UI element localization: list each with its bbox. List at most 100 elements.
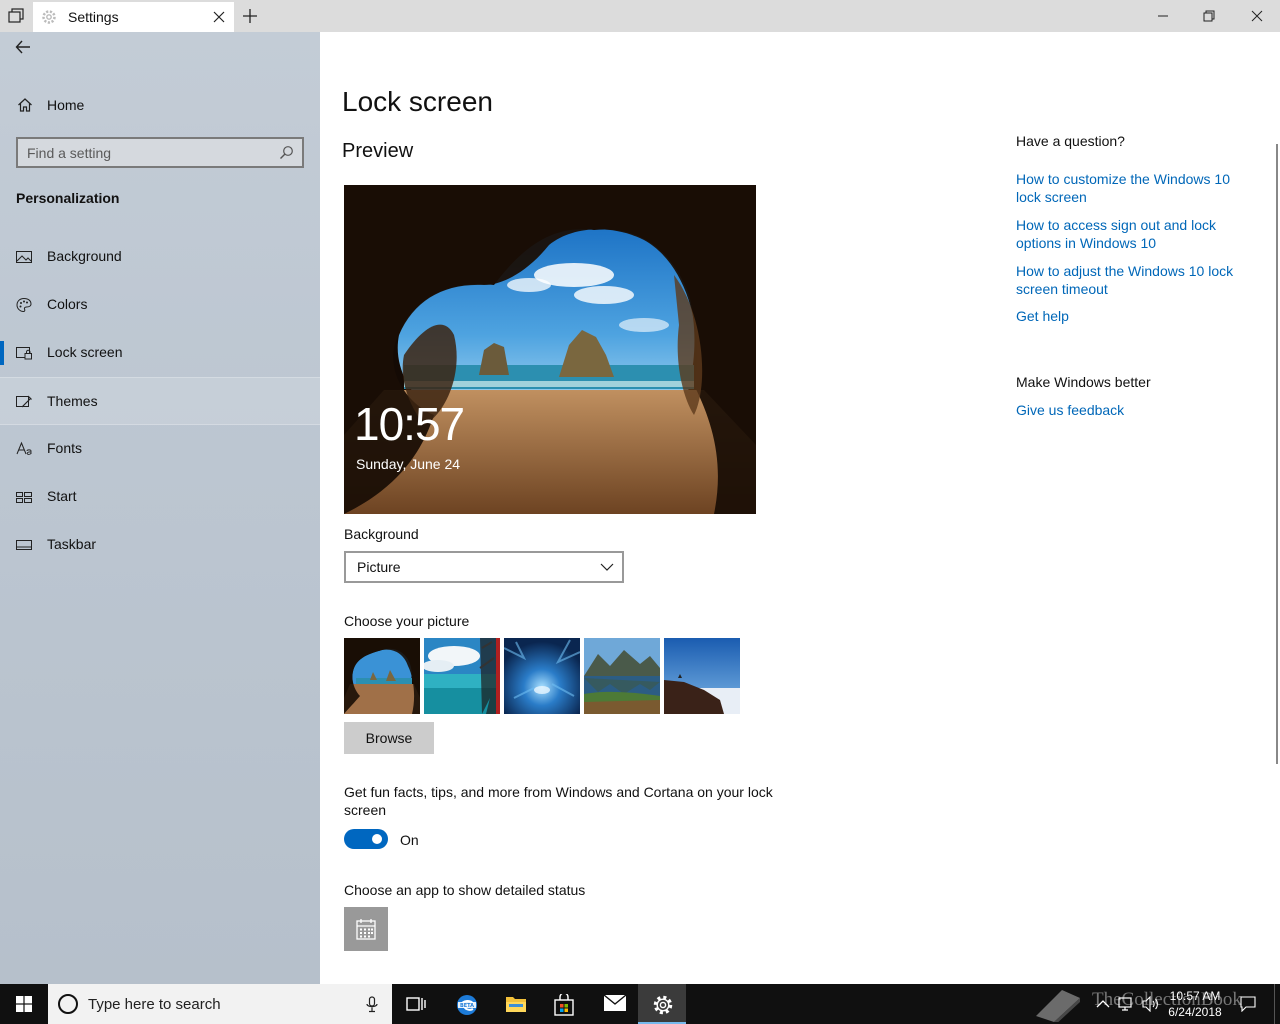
help-link-timeout[interactable]: How to adjust the Windows 10 lock screen… [1016, 262, 1246, 298]
settings-taskbar-button[interactable] [638, 984, 686, 1024]
fonts-icon [16, 441, 32, 455]
calendar-icon [356, 919, 376, 940]
thumbnail-clouds-water[interactable] [424, 638, 500, 714]
toggle-state-label: On [400, 832, 419, 848]
taskbar-search-placeholder: Type here to search [88, 996, 221, 1013]
sidebar-item-label: Themes [47, 393, 98, 409]
title-bar: Settings [0, 0, 1280, 32]
settings-tab[interactable]: Settings [33, 2, 234, 32]
tab-title: Settings [68, 9, 119, 25]
taskbar-clock[interactable]: 10:57 AM 6/24/2018 [1160, 988, 1230, 1020]
sidebar-item-label: Fonts [47, 440, 83, 456]
windows-logo-icon [16, 996, 32, 1012]
sidebar-item-label: Colors [47, 296, 88, 312]
taskbar-search-box[interactable]: Type here to search [48, 984, 392, 1024]
task-view-button[interactable] [392, 984, 440, 1024]
store-button[interactable] [540, 984, 588, 1024]
themes-icon [16, 395, 32, 408]
file-explorer-button[interactable] [491, 984, 539, 1024]
action-center-icon[interactable] [1240, 996, 1256, 1012]
restore-button[interactable] [1186, 0, 1232, 32]
back-arrow-icon[interactable] [14, 38, 34, 56]
sidebar-item-colors[interactable]: Colors [0, 281, 320, 329]
window-switcher-icon[interactable] [8, 8, 24, 24]
sidebar-item-start[interactable]: Start [0, 473, 320, 521]
sidebar-item-background[interactable]: Background [0, 233, 320, 281]
minimize-icon [1158, 15, 1168, 17]
thumbnail-clifftop-sea[interactable] [664, 638, 740, 714]
microphone-icon[interactable] [366, 996, 378, 1013]
edge-browser-button[interactable]: BETA [442, 984, 490, 1024]
preview-heading: Preview [342, 140, 414, 162]
store-bag-icon [554, 994, 574, 1016]
taskbar-time: 10:57 AM [1169, 989, 1221, 1003]
fun-facts-toggle[interactable] [344, 829, 388, 849]
network-icon[interactable] [1118, 996, 1136, 1012]
feedback-link[interactable]: Give us feedback [1016, 401, 1246, 419]
show-hidden-icons-chevron[interactable] [1096, 997, 1110, 1011]
scrollbar[interactable] [1276, 144, 1278, 764]
toggle-knob [372, 834, 382, 844]
find-setting-search[interactable] [16, 137, 304, 168]
detailed-status-label: Choose an app to show detailed status [344, 882, 586, 898]
taskbar: Type here to search BETA TheCollectionBo… [0, 984, 1280, 1024]
sidebar-item-fonts[interactable]: Fonts [0, 425, 320, 473]
preview-clock: 10:57 [354, 398, 465, 450]
close-tab-icon[interactable] [212, 10, 226, 24]
lock-screen-icon [16, 347, 32, 360]
selection-indicator [0, 341, 4, 365]
page-title: Lock screen [342, 86, 493, 117]
home-icon [18, 98, 32, 112]
lock-screen-preview: 10:57 Sunday, June 24 [344, 185, 756, 514]
sidebar-item-label: Lock screen [47, 344, 123, 360]
svg-text:BETA: BETA [460, 1003, 474, 1009]
palette-icon [16, 297, 32, 313]
start-button[interactable] [0, 984, 48, 1024]
mail-icon [603, 994, 627, 1011]
thumbnail-ice-cave[interactable] [504, 638, 580, 714]
get-help-link[interactable]: Get help [1016, 307, 1246, 325]
thumbnail-cave-beach[interactable] [344, 638, 420, 714]
help-link-sign-out[interactable]: How to access sign out and lock options … [1016, 216, 1246, 252]
edge-beta-icon: BETA [457, 995, 477, 1015]
background-dropdown[interactable]: Picture [344, 551, 624, 583]
restore-icon [1203, 10, 1215, 22]
background-label: Background [344, 526, 419, 542]
close-button[interactable] [1234, 0, 1280, 32]
search-icon[interactable] [279, 145, 294, 160]
home-label: Home [47, 97, 85, 113]
dropdown-value: Picture [357, 559, 401, 575]
task-view-icon [406, 997, 426, 1011]
close-icon [1251, 10, 1263, 22]
make-windows-better-heading: Make Windows better [1016, 374, 1151, 390]
search-input[interactable] [27, 144, 272, 162]
minimize-button[interactable] [1140, 0, 1186, 32]
sidebar-item-label: Start [47, 488, 77, 504]
help-link-customize[interactable]: How to customize the Windows 10 lock scr… [1016, 170, 1246, 206]
sidebar-item-lock-screen[interactable]: Lock screen [0, 329, 320, 377]
detailed-status-app-button[interactable] [344, 907, 388, 951]
chevron-down-icon [600, 563, 614, 571]
sidebar-item-label: Background [47, 248, 122, 264]
have-question-heading: Have a question? [1016, 133, 1125, 149]
book-icon [1036, 990, 1080, 1024]
sidebar-item-taskbar[interactable]: Taskbar [0, 521, 320, 569]
main-content: Lock screen Preview 10:57 Sunday, June 2… [320, 32, 1280, 984]
volume-icon[interactable] [1142, 996, 1160, 1012]
show-desktop-button[interactable] [1274, 984, 1280, 1024]
choose-picture-label: Choose your picture [344, 613, 470, 629]
mail-button[interactable] [589, 984, 637, 1024]
fun-facts-label: Get fun facts, tips, and more from Windo… [344, 784, 773, 818]
section-title: Personalization [16, 190, 120, 206]
cortana-icon [58, 994, 78, 1014]
taskbar-icon [16, 540, 32, 550]
thumbnail-mountain-lake[interactable] [584, 638, 660, 714]
taskbar-date: 6/24/2018 [1168, 1005, 1222, 1019]
new-tab-icon[interactable] [242, 8, 258, 24]
browse-button[interactable]: Browse [344, 722, 434, 754]
home-button[interactable]: Home [0, 88, 320, 122]
sidebar-item-label: Taskbar [47, 536, 97, 552]
gear-icon [42, 10, 56, 24]
sidebar-item-themes[interactable]: Themes [0, 377, 320, 425]
preview-date: Sunday, June 24 [356, 456, 461, 472]
